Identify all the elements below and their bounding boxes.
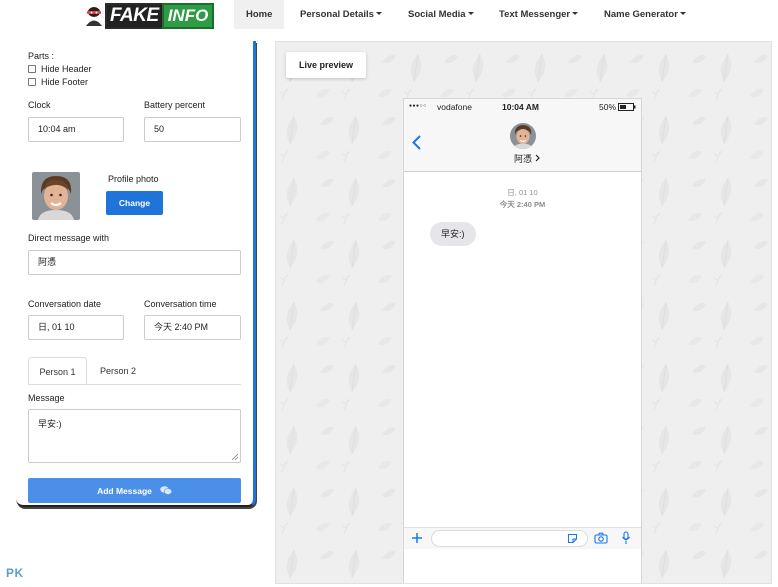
resize-handle-icon[interactable]	[232, 454, 238, 460]
profile-photo-label: Profile photo	[108, 174, 159, 184]
top-navbar: FAKE INFO Home Personal Details Social Me…	[0, 0, 778, 32]
carrier-name: vodafone	[437, 102, 472, 112]
logo-wordmark: FAKE INFO	[105, 3, 215, 29]
masked-figure-icon	[86, 7, 102, 26]
nav-personal-details[interactable]: Personal Details	[288, 0, 394, 29]
battery-input[interactable]: 50	[144, 117, 241, 142]
add-message-label: Add Message	[97, 485, 152, 496]
fakeinfo-logo[interactable]: FAKE INFO	[83, 3, 215, 29]
conversation-time-input[interactable]: 今天 2:40 PM	[144, 315, 241, 340]
preview-area: Live preview ●●●○○ vodafone 10:04 AM 50%	[275, 41, 772, 584]
tab-person-1[interactable]: Person 1	[28, 357, 87, 385]
add-message-button[interactable]: Add Message	[28, 478, 241, 503]
message-label: Message	[28, 393, 65, 403]
message-text: 早安:)	[38, 419, 62, 429]
contact-name[interactable]: 阿憑	[514, 152, 532, 165]
change-photo-button[interactable]: Change	[106, 191, 163, 215]
live-preview-button[interactable]: Live preview	[286, 52, 366, 78]
camera-icon[interactable]	[594, 532, 608, 544]
nav-name-generator[interactable]: Name Generator	[592, 0, 698, 29]
microphone-icon[interactable]	[621, 531, 631, 545]
conversation-time: 今天 2:40 PM	[499, 200, 546, 209]
chat-bubbles-icon	[160, 486, 172, 495]
parts-label: Parts :	[28, 51, 55, 61]
tab-divider	[28, 384, 241, 385]
bubble-text: 早安:)	[441, 229, 465, 239]
message-input-bar	[404, 527, 641, 549]
battery-icon	[618, 103, 636, 111]
nav-home[interactable]: Home	[234, 0, 284, 29]
hide-header-checkbox[interactable]	[28, 65, 36, 73]
battery-percent: 50%	[599, 102, 617, 112]
conversation-date-label: Conversation date	[28, 299, 102, 309]
pk-watermark: PK	[6, 566, 24, 580]
nav-social-media[interactable]: Social Media	[396, 0, 486, 29]
plus-icon[interactable]	[411, 532, 423, 544]
clock-label: Clock	[28, 100, 51, 110]
hide-header-label: Hide Header	[41, 64, 92, 74]
imessage-text-field[interactable]	[431, 530, 588, 547]
status-bar: ●●●○○ vodafone 10:04 AM 50%	[404, 99, 641, 115]
nav-text-messenger[interactable]: Text Messenger	[487, 0, 590, 29]
clock-input[interactable]: 10:04 am	[28, 117, 124, 142]
hide-footer-checkbox[interactable]	[28, 78, 36, 86]
signal-dots-icon: ●●●○○	[409, 103, 427, 109]
chevron-right-icon	[535, 154, 540, 162]
direct-message-label: Direct message with	[28, 233, 110, 243]
battery-label: Battery percent	[144, 100, 206, 110]
contact-avatar[interactable]	[510, 123, 536, 149]
message-textarea[interactable]: 早安:)	[28, 409, 241, 463]
caret-down-icon	[572, 11, 579, 15]
caret-down-icon	[467, 11, 474, 15]
conversation-time-label: Conversation time	[144, 299, 217, 309]
direct-message-input[interactable]: 阿憑	[28, 250, 241, 275]
settings-panel: Parts : Hide Header Hide Footer Clock 10…	[16, 41, 256, 507]
back-chevron-icon[interactable]	[412, 135, 421, 150]
profile-avatar	[32, 172, 80, 220]
avatar-image	[32, 172, 80, 220]
status-time: 10:04 AM	[502, 102, 540, 112]
phone-mockup: ●●●○○ vodafone 10:04 AM 50% 阿憑 日, 01 10 …	[403, 98, 642, 583]
sticker-icon[interactable]	[567, 533, 578, 544]
hide-footer-label: Hide Footer	[41, 77, 89, 87]
chat-header: 阿憑	[404, 115, 641, 172]
caret-down-icon	[375, 11, 382, 15]
received-message-bubble: 早安:)	[430, 222, 476, 246]
caret-down-icon	[679, 11, 686, 15]
conversation-date: 日, 01 10	[507, 188, 538, 197]
conversation-date-input[interactable]: 日, 01 10	[28, 315, 124, 340]
tab-person-2[interactable]: Person 2	[88, 357, 148, 385]
